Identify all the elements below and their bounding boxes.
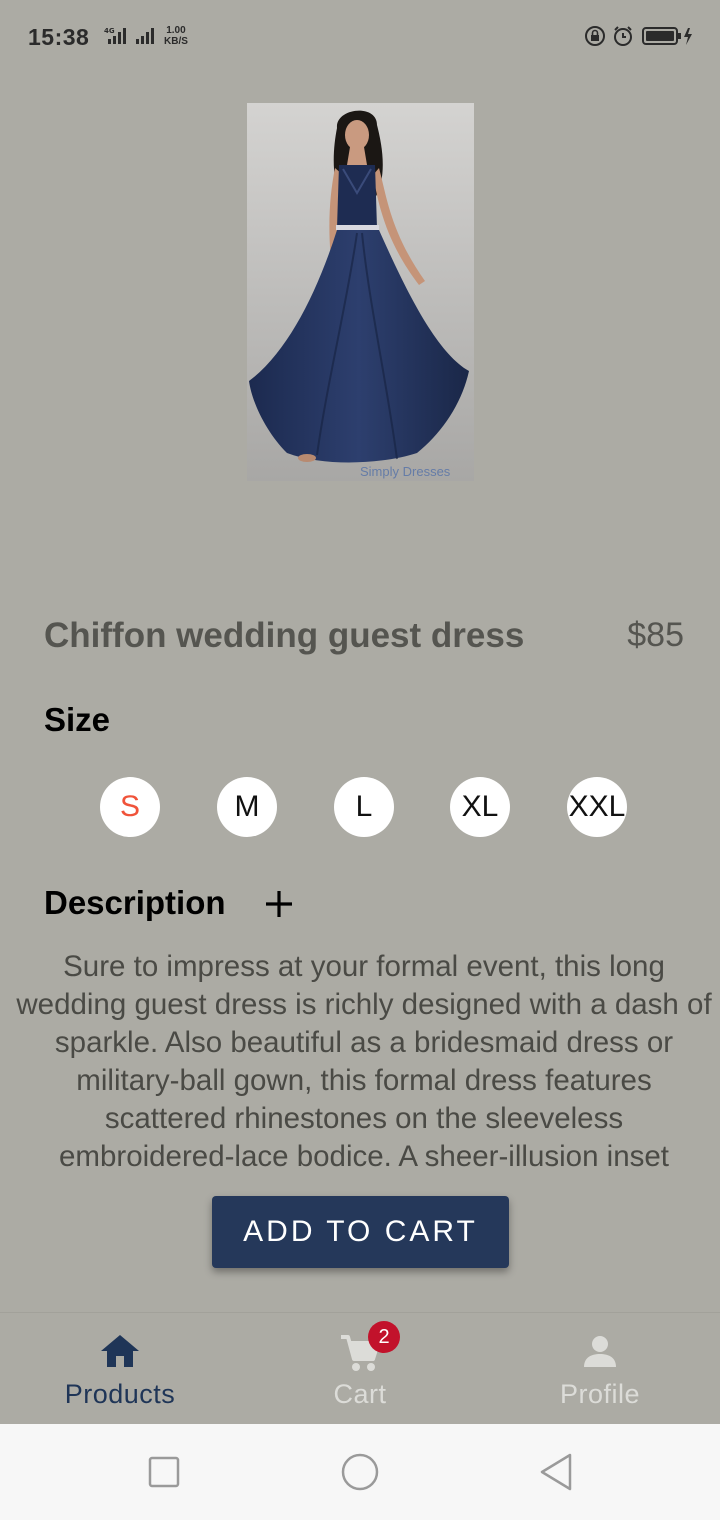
size-selector: S M L XL XXL — [0, 777, 720, 837]
cart-count-badge: 2 — [368, 1321, 400, 1353]
nav-item-cart[interactable]: 2 Cart — [240, 1313, 480, 1425]
size-option-l[interactable]: L — [334, 777, 394, 837]
description-text: Sure to impress at your formal event, th… — [16, 950, 712, 1173]
plus-icon[interactable] — [262, 884, 296, 924]
nav-item-profile[interactable]: Profile — [480, 1313, 720, 1425]
add-to-cart-button[interactable]: ADD TO CART — [212, 1196, 509, 1268]
description-heading: Description — [44, 884, 226, 921]
image-watermark: Simply Dresses — [360, 464, 451, 479]
net-speed-unit: KB/S — [164, 36, 188, 47]
nav-label-products: Products — [64, 1379, 176, 1409]
nav-label-cart: Cart — [333, 1379, 387, 1409]
product-price: $85 — [627, 616, 684, 654]
rotation-lock-icon — [585, 26, 605, 46]
nav-label-profile: Profile — [559, 1379, 641, 1409]
size-option-s[interactable]: S — [100, 777, 160, 837]
person-icon — [584, 1336, 616, 1367]
battery-charging-icon — [642, 27, 692, 45]
net-speed-value: 1.00 — [166, 25, 186, 36]
status-time: 15:38 — [28, 24, 90, 50]
back-icon[interactable] — [536, 1452, 576, 1492]
nav-item-products[interactable]: Products — [0, 1313, 240, 1425]
network-type-label: 4G — [104, 27, 115, 35]
net-speed: 1.00 KB/S — [164, 25, 188, 47]
size-option-m[interactable]: M — [217, 777, 277, 837]
signal-bars-icon — [136, 28, 154, 44]
alarm-icon — [614, 26, 632, 46]
home-icon — [101, 1335, 139, 1367]
bottom-navigation: Products 2 Cart Profile — [0, 1312, 720, 1424]
size-option-xl[interactable]: XL — [450, 777, 510, 837]
size-heading: Size — [44, 701, 111, 738]
product-title: Chiffon wedding guest dress — [44, 616, 525, 655]
home-button-icon[interactable] — [340, 1452, 380, 1492]
recent-apps-icon[interactable] — [146, 1452, 182, 1492]
product-image: Simply Dresses — [247, 103, 474, 481]
size-option-xxl[interactable]: XXL — [567, 777, 627, 837]
signal-4g-icon: 4G — [104, 27, 126, 44]
status-bar: 15:38 4G 1.00 KB/S — [0, 0, 720, 72]
system-navigation-bar — [0, 1424, 720, 1520]
